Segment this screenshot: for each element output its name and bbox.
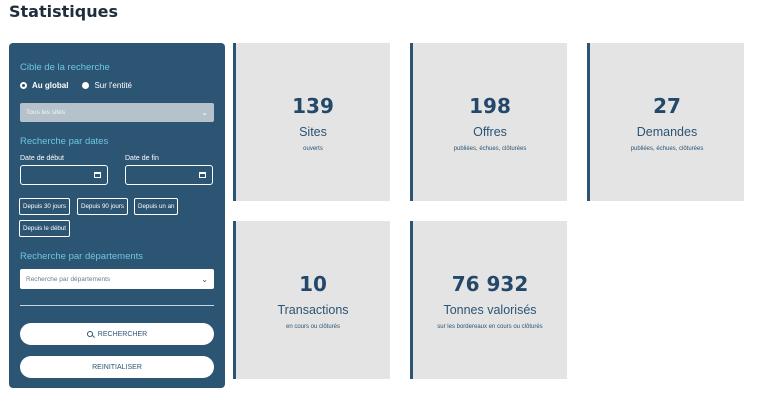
stat-subtitle: sur les bordereaux en cours ou clôturés	[437, 324, 543, 330]
departments-placeholder: Recherche par départements	[26, 275, 111, 283]
radio-global[interactable]: Au global	[20, 81, 68, 90]
stat-value: 76 932	[451, 272, 529, 296]
stat-label: Transactions	[277, 303, 349, 317]
stat-subtitle: publiées, échues, clôturées	[453, 146, 527, 152]
search-button-label: RECHERCHER	[97, 330, 148, 338]
radio-checked-icon[interactable]	[20, 82, 27, 89]
stat-card-requests: 27 Demandes publiées, échues, clôturées	[587, 43, 744, 201]
page-title: Statistiques	[9, 2, 118, 21]
stat-card-sites: 139 Sites ouverts	[233, 43, 390, 201]
radio-entity[interactable]: Sur l'entité	[82, 81, 132, 90]
start-date-label: Date de début	[20, 155, 64, 162]
last-90-days-button[interactable]: Depuis 90 jours	[77, 198, 128, 215]
end-date-field[interactable]	[125, 165, 213, 185]
stat-subtitle: ouverts	[303, 146, 323, 152]
radio-entity-label: Sur l'entité	[94, 81, 132, 90]
reset-button-label: REINITIALISER	[92, 363, 142, 371]
last-30-days-button[interactable]: Depuis 30 jours	[19, 198, 70, 215]
calendar-icon[interactable]	[199, 172, 206, 178]
stat-subtitle: publiées, échues, clôturées	[630, 146, 704, 152]
reset-button[interactable]: REINITIALISER	[20, 356, 214, 378]
stat-label: Offres	[473, 125, 507, 139]
calendar-icon[interactable]	[94, 172, 101, 178]
stat-label: Tonnes valorisés	[443, 303, 537, 317]
stat-card-offers: 198 Offres publiées, échues, clôturées	[410, 43, 567, 201]
stat-subtitle: en cours ou clôturés	[285, 324, 341, 330]
radio-unchecked-icon[interactable]	[82, 82, 90, 89]
last-year-button[interactable]: Depuis un an	[134, 198, 179, 215]
stat-label: Demandes	[636, 125, 698, 139]
sites-select[interactable]: Tous les sites ⌄	[20, 103, 214, 122]
departments-section-title: Recherche par départements	[20, 251, 144, 262]
chevron-down-icon: ⌄	[201, 108, 208, 117]
target-section-title: Cible de la recherche	[20, 62, 110, 73]
stat-value: 27	[653, 94, 681, 118]
stat-card-transactions: 10 Transactions en cours ou clôturés	[233, 221, 390, 379]
stat-value: 139	[292, 94, 334, 118]
dates-section-title: Recherche par dates	[20, 136, 109, 147]
target-radio-group: Au global Sur l'entité	[20, 81, 132, 90]
start-date-field[interactable]	[20, 165, 108, 185]
since-start-button[interactable]: Depuis le début	[19, 220, 70, 237]
search-button[interactable]: RECHERCHER	[20, 323, 214, 345]
departments-select[interactable]: Recherche par départements ⌄	[20, 269, 214, 289]
divider	[20, 305, 214, 306]
sites-select-value: Tous les sites	[26, 109, 66, 116]
radio-global-label: Au global	[32, 81, 69, 90]
stat-card-tonnes: 76 932 Tonnes valorisés sur les borderea…	[410, 221, 567, 379]
search-icon	[86, 331, 93, 337]
stat-value: 198	[469, 94, 511, 118]
search-panel: Cible de la recherche Au global Sur l'en…	[9, 43, 225, 388]
end-date-label: Date de fin	[125, 155, 159, 162]
stat-value: 10	[299, 272, 327, 296]
stat-label: Sites	[299, 125, 327, 139]
chevron-down-icon: ⌄	[201, 274, 208, 284]
